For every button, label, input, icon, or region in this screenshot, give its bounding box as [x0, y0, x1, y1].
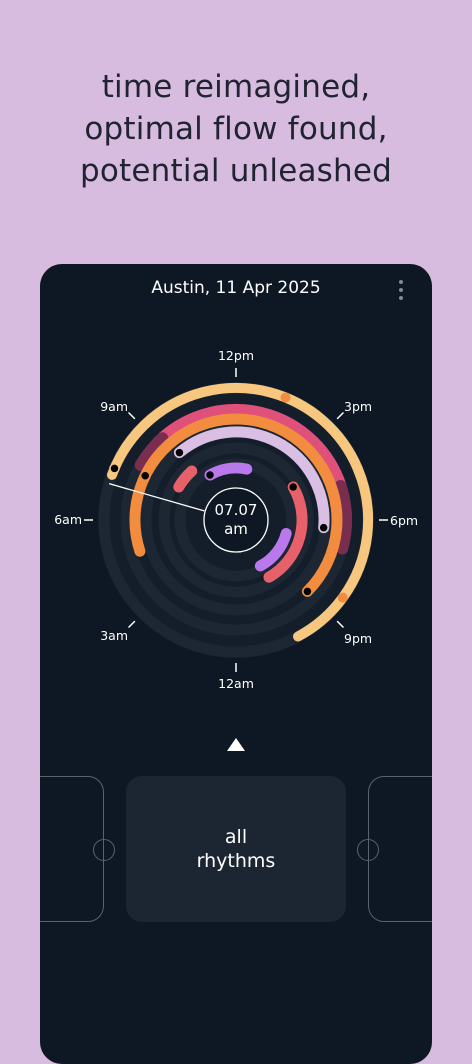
card-circle-icon — [357, 839, 379, 861]
end-dot — [318, 522, 329, 533]
carousel-card-previous[interactable] — [40, 776, 115, 922]
end-dot — [174, 447, 185, 458]
phone-screen: Austin, 11 Apr 2025 07.07 am 12pm 3pm 6p… — [40, 264, 432, 1064]
tagline-line-3: potential unleashed — [79, 153, 393, 189]
card-circle-icon — [93, 839, 115, 861]
end-dot — [204, 469, 216, 481]
hour-label-3pm: 3pm — [344, 399, 372, 414]
end-dot — [287, 481, 299, 493]
hour-tick — [336, 620, 345, 629]
end-dot — [302, 586, 313, 597]
tagline: time reimagined, optimal flow found, pot… — [0, 66, 472, 192]
carousel-card-all-rhythms[interactable]: all rhythms — [126, 776, 346, 922]
card-label-line-1: all — [224, 826, 248, 848]
current-time: 07.07 — [215, 501, 258, 519]
tagline-line-2: optimal flow found, — [84, 111, 388, 147]
carousel-card-next[interactable] — [357, 776, 432, 922]
hour-label-12am: 12am — [218, 676, 254, 691]
hour-label-12pm: 12pm — [218, 348, 254, 363]
hour-label-9am: 9am — [100, 399, 128, 414]
hour-tick — [127, 411, 136, 420]
hour-label-3am: 3am — [100, 628, 128, 643]
tagline-line-1: time reimagined, — [101, 69, 371, 105]
chevron-up-icon[interactable] — [227, 738, 245, 751]
hour-tick — [127, 620, 136, 629]
hour-tick — [336, 411, 345, 420]
hour-label-6am: 6am — [54, 512, 82, 527]
card-label-line-2: rhythms — [196, 850, 276, 872]
current-period: am — [224, 520, 248, 538]
end-dot — [139, 470, 151, 481]
rhythm-clock[interactable]: 07.07 am 12pm 3pm 6pm 9pm 12am 3am 6am 9… — [40, 264, 432, 704]
hour-label-6pm: 6pm — [390, 513, 418, 528]
end-dot — [109, 463, 120, 474]
accent-dot — [280, 392, 291, 403]
accent-dot — [337, 592, 348, 603]
hour-label-9pm: 9pm — [344, 631, 372, 646]
